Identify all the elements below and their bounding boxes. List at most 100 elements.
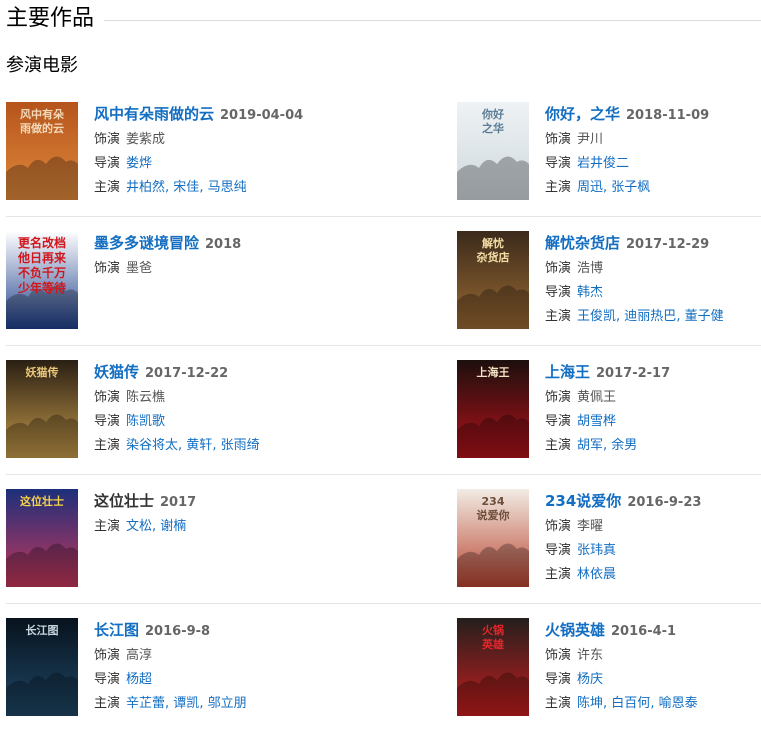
section-divider <box>104 19 761 21</box>
cast-name-link[interactable]: 余男 <box>611 438 637 453</box>
film-title-link[interactable]: 234说爱你 <box>545 492 621 510</box>
cast-name-link[interactable]: 文松 <box>126 519 152 534</box>
cast-name-link[interactable]: 辛芷蕾 <box>126 696 165 711</box>
cast-name-link[interactable]: 喻恩泰 <box>659 696 698 711</box>
poster-river-night-icon[interactable]: 长江图 <box>6 618 78 716</box>
film-info: 妖猫传 2017-12-22 饰演 陈云樵 导演 陈凯歌 主演 染谷将太, 黄轩, 张雨绮 <box>94 360 374 458</box>
svg-text:火锅: 火锅 <box>482 623 504 637</box>
poster-grocery-store-icon[interactable]: 解忧 杂货店 <box>457 231 529 329</box>
poster-rain-cloud-icon[interactable]: 风中有朵 雨做的云 <box>6 102 78 200</box>
poster-cat-legend-icon[interactable]: 妖猫传 <box>6 360 78 458</box>
svg-text:之华: 之华 <box>482 121 504 135</box>
cast-name-link[interactable]: 邬立朋 <box>208 696 247 711</box>
svg-text:英雄: 英雄 <box>481 637 504 651</box>
cast-name-link[interactable]: 白百何 <box>611 696 650 711</box>
poster-hotpot-heroes-icon[interactable]: 火锅 英雄 <box>457 618 529 716</box>
svg-text:他日再来: 他日再来 <box>17 250 67 265</box>
director-name-link[interactable]: 杨超 <box>126 672 152 687</box>
director-name-link[interactable]: 娄烨 <box>126 156 152 171</box>
film-release-date: 2019-04-04 <box>220 108 304 123</box>
poster-shanghai-king-icon[interactable]: 上海王 <box>457 360 529 458</box>
poster-warrior-icon[interactable]: 这位壮士 <box>6 489 78 587</box>
film-title-line: 妖猫传 2017-12-22 <box>94 360 374 386</box>
film-title-link[interactable]: 墨多多谜境冒险 <box>94 234 199 252</box>
film-title-link[interactable]: 妖猫传 <box>94 363 139 381</box>
cast-name-link[interactable]: 染谷将太 <box>126 438 178 453</box>
film-title-line: 你好，之华 2018-11-09 <box>545 102 761 128</box>
film-title-link[interactable]: 上海王 <box>545 363 590 381</box>
film-info: 长江图 2016-9-8 饰演 高淳 导演 杨超 主演 辛芷蕾, 谭凯, 邬立朋 <box>94 618 374 716</box>
film-cast-line: 主演 周迅, 张子枫 <box>545 176 761 200</box>
film-card: 这位壮士 这位壮士 2017 主演 文松, 谢楠 <box>6 489 366 589</box>
film-card: 更名改档 他日再来 不负千万 少年等待 墨多多谜境冒险 2018 饰演 墨爸 <box>6 231 366 331</box>
cast-name-link[interactable]: 陈坤 <box>577 696 603 711</box>
role-name: 陈云樵 <box>126 390 166 405</box>
film-cast-line: 主演 林依晨 <box>545 563 761 587</box>
role-label: 饰演 <box>545 519 572 534</box>
film-title-link[interactable]: 火锅英雄 <box>545 621 605 639</box>
director-name-link[interactable]: 陈凯歌 <box>126 414 165 429</box>
poster-couple-icon[interactable]: 234 说爱你 <box>457 489 529 587</box>
cast-name-link[interactable]: 迪丽热巴 <box>624 309 676 324</box>
film-title-link[interactable]: 风中有朵雨做的云 <box>94 105 214 123</box>
cast-label: 主演 <box>545 309 572 324</box>
cast-label: 主演 <box>545 438 572 453</box>
film-info: 这位壮士 2017 主演 文松, 谢楠 <box>94 489 374 539</box>
cast-name-link[interactable]: 宋佳 <box>173 180 199 195</box>
film-role-line: 饰演 陈云樵 <box>94 386 374 410</box>
director-name-link[interactable]: 杨庆 <box>577 672 603 687</box>
director-name-link[interactable]: 张玮真 <box>577 543 616 558</box>
cast-name-link[interactable]: 董子健 <box>685 309 724 324</box>
director-label: 导演 <box>545 156 572 171</box>
name-separator: , <box>212 438 221 453</box>
film-title-line: 风中有朵雨做的云 2019-04-04 <box>94 102 374 128</box>
film-director-line: 导演 胡雪桦 <box>545 410 761 434</box>
film-release-date: 2017-2-17 <box>596 366 671 381</box>
cast-name-link[interactable]: 谭凯 <box>173 696 199 711</box>
film-row: 这位壮士 这位壮士 2017 主演 文松, 谢楠 234 说爱你 234说爱你 2016-9-2… <box>6 475 761 604</box>
film-poster-image: 你好之华 <box>457 102 529 200</box>
svg-text:长江图: 长江图 <box>26 623 59 637</box>
film-cast-line: 主演 王俊凯, 迪丽热巴, 董子健 <box>545 305 761 329</box>
poster-cast-collage-icon[interactable]: 你好 之华 <box>457 102 529 200</box>
cast-name-link[interactable]: 胡军 <box>577 438 603 453</box>
film-card: 上海王 上海王 2017-2-17 饰演 黄佩王 导演 胡雪桦 主演 胡军, 余男 <box>457 360 761 460</box>
role-name: 墨爸 <box>126 261 153 276</box>
film-release-date: 2018-11-09 <box>626 108 710 123</box>
film-row: 风中有朵 雨做的云 风中有朵雨做的云 2019-04-04 饰演 姜紫成 导演 娄烨 主演 井柏然… <box>6 88 761 217</box>
cast-name-link[interactable]: 井柏然 <box>126 180 165 195</box>
cast-name-link[interactable]: 周迅 <box>577 180 603 195</box>
cast-name-link[interactable]: 马思纯 <box>208 180 247 195</box>
poster-text-notice-icon[interactable]: 更名改档 他日再来 不负千万 少年等待 <box>6 231 78 329</box>
film-title-link[interactable]: 长江图 <box>94 621 139 639</box>
cast-name-link[interactable]: 林依晨 <box>577 567 616 582</box>
director-name-link[interactable]: 岩井俊二 <box>577 156 629 171</box>
section-header: 主要作品 <box>6 4 761 34</box>
film-title-line: 长江图 2016-9-8 <box>94 618 374 644</box>
role-label: 饰演 <box>545 648 572 663</box>
name-separator: , <box>199 696 208 711</box>
film-title-link[interactable]: 解忧杂货店 <box>545 234 620 252</box>
director-name-link[interactable]: 胡雪桦 <box>577 414 616 429</box>
cast-name-link[interactable]: 张雨绮 <box>221 438 260 453</box>
svg-text:上海王: 上海王 <box>477 365 510 379</box>
film-list: 风中有朵 雨做的云 风中有朵雨做的云 2019-04-04 饰演 姜紫成导演 娄烨主演 井柏然… <box>6 88 761 729</box>
cast-name-link[interactable]: 黄轩 <box>186 438 212 453</box>
role-label: 饰演 <box>94 132 121 147</box>
cast-name-link[interactable]: 张子枫 <box>611 180 650 195</box>
film-title-link[interactable]: 你好，之华 <box>545 105 620 123</box>
film-release-date: 2017-12-22 <box>145 366 229 381</box>
role-label: 饰演 <box>94 648 121 663</box>
cast-name-link[interactable]: 谢楠 <box>160 519 186 534</box>
director-label: 导演 <box>545 285 572 300</box>
cast-name-link[interactable]: 王俊凯 <box>577 309 616 324</box>
film-release-date: 2016-4-1 <box>611 624 677 639</box>
director-name-link[interactable]: 韩杰 <box>577 285 603 300</box>
svg-text:更名改档: 更名改档 <box>18 235 66 250</box>
svg-text:雨做的云: 雨做的云 <box>20 121 64 135</box>
film-role-line: 饰演 姜紫成 <box>94 128 374 152</box>
role-label: 饰演 <box>545 390 572 405</box>
svg-text:这位壮士: 这位壮士 <box>20 494 64 508</box>
role-name: 浩博 <box>577 261 604 276</box>
cast-label: 主演 <box>94 696 121 711</box>
